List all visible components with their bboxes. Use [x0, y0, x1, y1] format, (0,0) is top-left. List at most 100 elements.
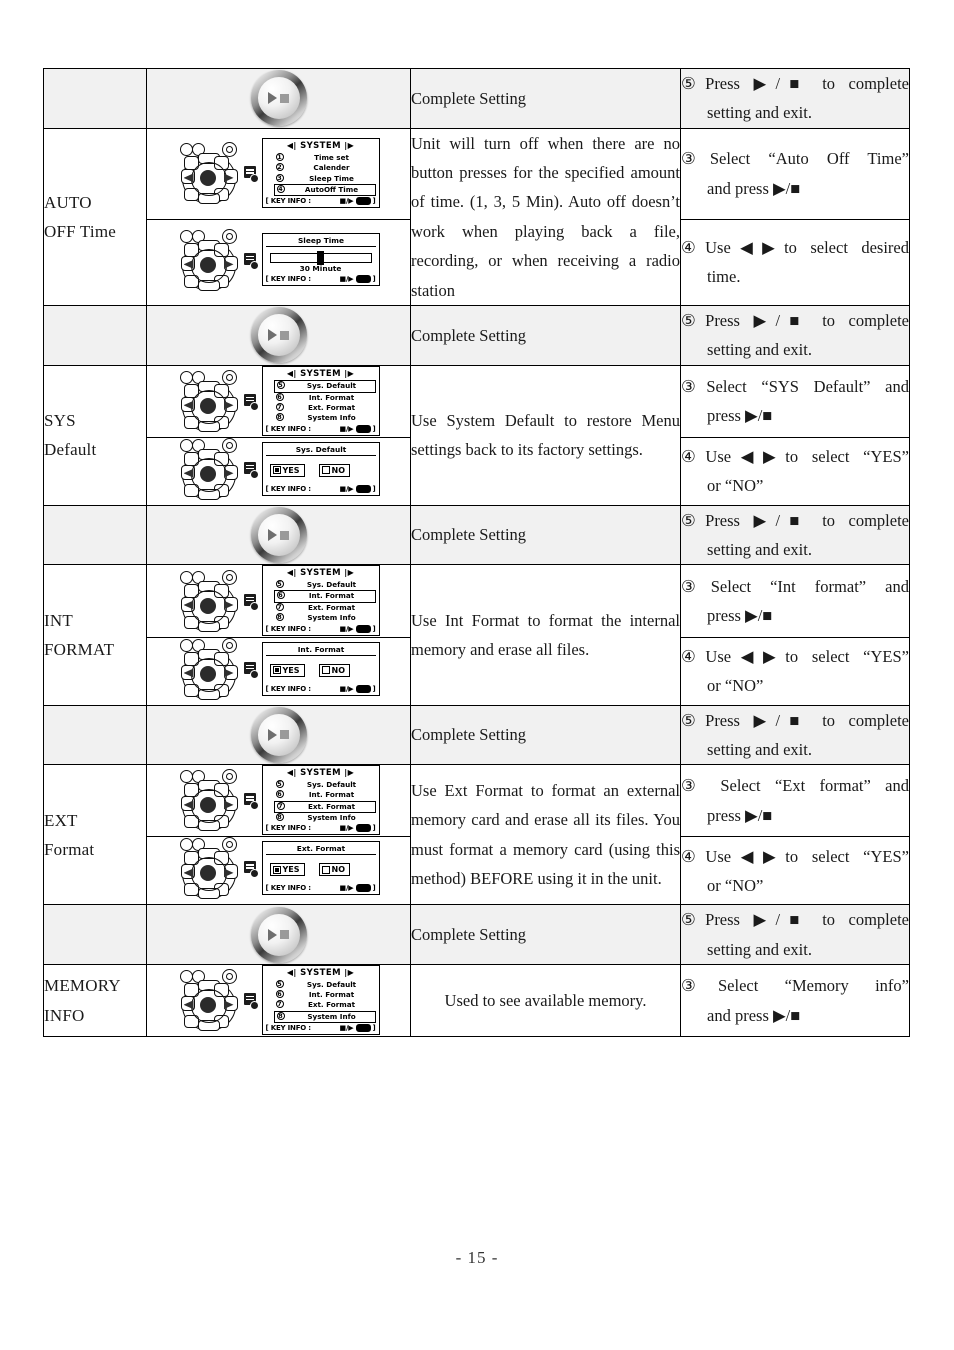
- lcd-footer: [ KEY INFO : ■/▶]: [266, 624, 376, 633]
- row-figure-cell: ◀| SYSTEM |▶ 1 Time set 2 Calender 3 Sleep Tim…: [146, 127, 411, 220]
- feature-label-line2: Format: [44, 839, 95, 859]
- lcd-footer: [ KEY INFO : ■/▶]: [265, 197, 376, 206]
- lcd-menu-item-label: AutoOff Time: [304, 185, 359, 195]
- step-continuation: press ▶/■: [707, 406, 773, 426]
- row-label-cell: MEMORY INFO: [43, 964, 147, 1038]
- lcd-menu-item[interactable]: 8 System Info: [266, 613, 376, 623]
- row-figure-cell: [146, 304, 411, 366]
- row-steps-cell: ⑤Press ▶/■ to complete setting and exit.: [680, 904, 910, 966]
- device-control-wheel-icon: [178, 437, 240, 500]
- yes-option[interactable]: YES: [269, 463, 305, 477]
- step-text: Use◀▶to select “YES”: [705, 446, 909, 466]
- lcd-menu-item[interactable]: 6 Int. Format: [266, 392, 376, 403]
- lcd-key-info-label: [ KEY INFO :: [265, 684, 312, 693]
- lcd-menu-item-number: 7: [275, 1000, 284, 1009]
- lcd-menu-item-number: 8: [275, 613, 284, 622]
- lcd-menu-item[interactable]: 7 Ext. Format: [266, 402, 376, 413]
- step-line: ③ Select “Ext format” and: [681, 771, 909, 800]
- play-stop-button[interactable]: [250, 906, 307, 963]
- key-hint-text: ■/▶: [339, 884, 354, 893]
- no-option[interactable]: NO: [318, 463, 351, 477]
- row-label-cell: [43, 304, 147, 366]
- sleep-time-slider[interactable]: [266, 249, 376, 266]
- step-line: ③Select “SYS Default” and: [681, 372, 909, 401]
- lcd-menu-item[interactable]: 5 Sys. Default: [266, 779, 376, 790]
- feature-label-line1: EXT: [44, 810, 78, 830]
- row-steps-cell: ③Select “Auto Off Time” and press ▶/■: [680, 127, 910, 220]
- lcd-menu-item-selected[interactable]: 5 Sys. Default: [273, 380, 376, 393]
- row-steps-cell: ④Use◀▶to select “YES” or “NO”: [680, 836, 910, 906]
- lcd-menu-item-number: 6: [275, 989, 284, 998]
- lcd-menu-item-number: 8: [275, 413, 284, 422]
- lcd-menu-item[interactable]: 2 Calender: [266, 163, 376, 173]
- lcd-menu-item[interactable]: 6 Int. Format: [266, 989, 376, 1000]
- step-text: Use◀▶to select desired: [705, 238, 909, 258]
- play-stop-button[interactable]: [250, 307, 307, 364]
- lcd-title-text: SYSTEM: [300, 368, 341, 379]
- lcd-menu-item[interactable]: 8 System Info: [266, 813, 376, 823]
- battery-icon: [355, 824, 371, 833]
- yes-option[interactable]: YES: [269, 663, 305, 677]
- row-description-cell: Used to see available memory.: [410, 964, 681, 1038]
- device-lcd-screen: ◀| SYSTEM |▶ 5 Sys. Default 6 Int. Format 7 Ex…: [261, 965, 380, 1036]
- lcd-menu-item[interactable]: 1 Time set: [266, 152, 376, 163]
- no-option[interactable]: NO: [318, 663, 351, 677]
- step-continuation: setting and exit.: [707, 540, 812, 560]
- stop-icon: [280, 730, 289, 740]
- play-stop-button[interactable]: [250, 70, 307, 127]
- led-indicator-icon: [179, 838, 193, 852]
- lcd-menu-item[interactable]: 3 Sleep Time: [266, 173, 376, 184]
- lcd-screen-header: Sleep Time: [265, 236, 376, 248]
- feature-label-line2: Default: [44, 440, 97, 460]
- lcd-menu-item[interactable]: 5 Sys. Default: [266, 979, 376, 990]
- lcd-menu-item-selected[interactable]: 6 Int. Format: [273, 590, 376, 603]
- play-stop-button[interactable]: [250, 507, 307, 564]
- lcd-menu-item-selected[interactable]: 7 Ext. Format: [273, 800, 376, 814]
- lcd-menu-item-label: Int. Format: [308, 790, 355, 800]
- step-line: ⑤Press ▶/■ to complete: [681, 69, 909, 98]
- lcd-menu-item[interactable]: 5 Sys. Default: [266, 579, 376, 590]
- step-continuation: or “NO”: [707, 676, 764, 696]
- lcd-menu-item-label: System Info: [307, 413, 356, 423]
- step-number: ⑤: [681, 710, 706, 730]
- slider-value-label: 30 Minute: [299, 264, 342, 274]
- step-text: Press ▶/■ to complete: [705, 910, 909, 930]
- device-illustration: ◀| SYSTEM |▶ 5 Sys. Default 6 Int. Format 7 Ex…: [178, 365, 380, 436]
- lcd-key-glyphs: ■/▶]: [339, 624, 376, 633]
- yes-option[interactable]: YES: [269, 863, 305, 877]
- lcd-menu-item-number: 8: [276, 1011, 285, 1020]
- lcd-key-glyphs: ■/▶]: [339, 1024, 376, 1033]
- lcd-menu-item[interactable]: 7 Ext. Format: [266, 1000, 376, 1010]
- step-line: ③Select “Auto Off Time”: [681, 144, 909, 173]
- lcd-title-text: SYSTEM: [300, 568, 341, 579]
- rotary-knob-icon: [221, 142, 237, 158]
- led-indicator-icon: [179, 638, 193, 652]
- row-figure-cell: ◀| SYSTEM |▶ 5 Sys. Default 6 Int. Format 7 Ex…: [146, 964, 411, 1038]
- row-steps-cell: ⑤Press ▶/■ to complete setting and exit.: [680, 504, 910, 566]
- lcd-menu-item[interactable]: 7 Ext. Format: [266, 602, 376, 613]
- confirm-options: YES NO: [266, 857, 376, 883]
- lcd-key-info-label: [ KEY INFO :: [265, 197, 312, 206]
- step-number: ⑤: [681, 910, 706, 930]
- step-continuation: and press ▶/■: [707, 1005, 801, 1025]
- table-body: Complete Setting ⑤Press ▶/■ to complete se…: [43, 68, 910, 1038]
- lcd-screen-header: Sys. Default: [265, 445, 376, 456]
- step-text: Select “SYS Default” and: [706, 376, 910, 396]
- led-indicator-icon: [179, 438, 193, 452]
- lcd-menu-item-label: Sys. Default: [306, 779, 357, 789]
- lcd-menu-item[interactable]: 6 Int. Format: [266, 790, 376, 800]
- key-hint-text: ■/▶: [339, 484, 354, 493]
- slider-thumb[interactable]: [316, 251, 324, 266]
- no-option[interactable]: NO: [318, 863, 351, 877]
- row-description-cell: Complete Setting: [410, 704, 681, 766]
- lcd-title-text: SYSTEM: [300, 141, 341, 152]
- prev-page-arrow-icon: ◀|: [286, 568, 297, 578]
- rotary-knob-icon: [221, 969, 237, 985]
- lcd-menu-item-label: Sys. Default: [306, 979, 357, 989]
- lcd-menu-item-selected[interactable]: 8 System Info: [273, 1010, 376, 1024]
- play-stop-button[interactable]: [250, 706, 307, 763]
- row-figure-cell: ◀| SYSTEM |▶ 5 Sys. Default 6 Int. Format 7 Ex…: [146, 564, 411, 638]
- lcd-menu-item-selected[interactable]: 4 AutoOff Time: [273, 184, 376, 197]
- settings-manual-table: Complete Setting ⑤Press ▶/■ to complete se…: [43, 68, 910, 1038]
- lcd-menu-item[interactable]: 8 System Info: [266, 413, 376, 423]
